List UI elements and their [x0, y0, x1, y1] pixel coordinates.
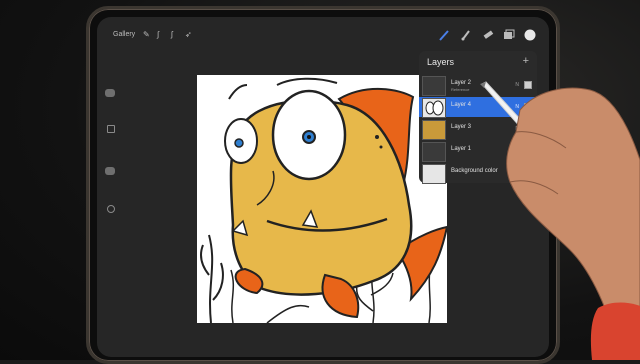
undo-button[interactable] [107, 205, 115, 213]
layer-name: Layer 1 [451, 146, 472, 152]
layer-thumbnail [422, 142, 446, 162]
wrench-icon[interactable]: ✎ [143, 30, 150, 39]
layer-name: Layer 2 [451, 80, 472, 86]
magic-wand-icon[interactable]: ∫ [157, 30, 159, 39]
hand-with-pencil [480, 81, 640, 360]
eraser-icon[interactable] [481, 28, 495, 42]
modify-button[interactable] [107, 125, 115, 133]
opacity-slider[interactable] [105, 167, 115, 175]
brush-icon[interactable] [437, 28, 451, 42]
layer-thumbnail [422, 120, 446, 140]
layer-name: Layer 4 [451, 102, 472, 108]
brush-size-slider[interactable] [105, 89, 115, 97]
drawing-canvas[interactable] [197, 75, 447, 323]
top-toolbar: Gallery ✎ ∫ ʃ ➶ [97, 17, 549, 53]
transform-icon[interactable]: ➶ [185, 30, 192, 39]
sleeve [590, 302, 640, 360]
layer-subtitle: Reference [451, 87, 470, 92]
layer-thumbnail [422, 76, 446, 96]
fish-illustration [200, 77, 447, 323]
color-icon[interactable] [523, 28, 537, 42]
add-layer-button[interactable]: + [523, 55, 529, 67]
gallery-button[interactable]: Gallery [113, 31, 135, 38]
layer-name: Layer 3 [451, 124, 472, 130]
selection-icon[interactable]: ʃ [171, 30, 173, 39]
layers-icon[interactable] [501, 28, 515, 42]
eye-thumbnail-icon [425, 100, 444, 116]
layer-thumbnail [422, 98, 446, 118]
layer-thumbnail [422, 164, 446, 184]
left-sidebar [103, 77, 117, 287]
layers-title: Layers [427, 57, 455, 67]
smudge-icon[interactable] [459, 28, 473, 42]
